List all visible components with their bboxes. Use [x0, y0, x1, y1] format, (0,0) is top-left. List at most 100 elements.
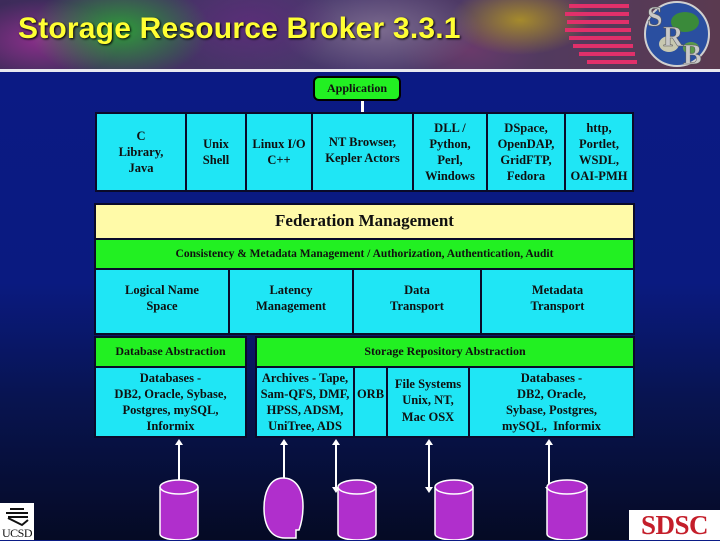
srb-logo: S R B: [565, 1, 710, 68]
box-text-line: Mac OSX: [401, 409, 455, 424]
box-text-line: Linux I/O: [252, 136, 306, 151]
box-text: Linux I/O C++: [252, 136, 305, 169]
box-text-line: Data: [404, 283, 430, 297]
box-text-line: Shell: [202, 153, 230, 167]
box-text-line: DSpace,: [504, 120, 548, 135]
box-text: Latency Management: [256, 282, 326, 315]
box-text-line: Sam-QFS, DMF,: [260, 386, 350, 401]
client-unix-shell[interactable]: Unix Shell: [185, 112, 247, 192]
client-http-portlet-wsdl[interactable]: http, Portlet, WSDL, OAI-PMH: [564, 112, 634, 192]
box-text-line: Library,: [118, 144, 164, 159]
database-abstraction-layer[interactable]: Database Abstraction: [94, 336, 247, 368]
box-text-line: Latency: [269, 283, 313, 297]
database-abstraction-drivers[interactable]: Databases - DB2, Oracle, Sybase, Postgres,…: [94, 366, 247, 438]
database-cylinder-icon: [434, 479, 474, 540]
box-text-line: Logical Name: [125, 283, 199, 297]
consistency-label: Consistency & Metadata Management / Auth…: [175, 247, 554, 260]
box-text-line: Informix: [146, 419, 195, 434]
application-connector: [361, 101, 364, 112]
sdsc-logo: SDSC: [629, 510, 720, 540]
logo-letter-s: S: [647, 2, 663, 33]
storage-repository-abstraction-layer[interactable]: Storage Repository Abstraction: [255, 336, 635, 368]
box-text-line: Java: [128, 161, 154, 176]
box-text: Data Transport: [390, 282, 444, 315]
box-text-line: Python,: [429, 136, 471, 151]
box-text-line: HPSS, ADSM,: [266, 403, 344, 417]
box-text: Metadata Transport: [531, 282, 585, 315]
box-text-line: GridFTP,: [500, 153, 552, 167]
federation-label: Federation Management: [275, 211, 454, 231]
logo-stripes-icon: [565, 4, 637, 64]
consistency-metadata-layer[interactable]: Consistency & Metadata Management / Auth…: [94, 238, 635, 270]
box-text: File Systems Unix, NT, Mac OSX: [395, 376, 461, 425]
application-box[interactable]: Application: [313, 76, 401, 101]
box-text-line: Management: [255, 299, 327, 314]
box-text: Logical Name Space: [125, 282, 199, 315]
box-text: C Library, Java: [119, 128, 164, 177]
box-text: Databases - DB2, Oracle, Sybase, Postgres,…: [502, 370, 601, 435]
box-text-line: OpenDAP,: [497, 136, 555, 151]
box-text-line: Sybase, Postgres,: [505, 403, 598, 417]
database-cylinder-icon: [546, 479, 588, 540]
box-text-line: OAI-PMH: [570, 169, 628, 184]
database-abstraction-label: Database Abstraction: [115, 344, 226, 359]
box-text-line: NT Browser,: [328, 135, 397, 149]
box-text: Databases - DB2, Oracle, Sybase, Postgres,…: [114, 370, 226, 435]
slide-title: Storage Resource Broker 3.3.1: [18, 12, 461, 45]
box-text: DLL / Python, Perl, Windows: [425, 120, 475, 185]
box-text-line: DB2, Oracle, Sybase,: [114, 386, 227, 401]
storage-abstraction-label: Storage Repository Abstraction: [364, 344, 526, 359]
box-text-line: DB2, Oracle,: [516, 386, 587, 401]
tape-reel-icon: [263, 477, 304, 539]
box-text-line: C: [136, 128, 146, 143]
box-text-line: Portlet,: [579, 136, 619, 151]
service-logical-name-space[interactable]: Logical Name Space: [94, 268, 230, 335]
box-text-line: Transport: [390, 299, 444, 314]
arrow-filesystem-link: [425, 439, 433, 493]
client-dspace-opendap[interactable]: DSpace, OpenDAP, GridFTP, Fedora: [486, 112, 566, 192]
box-text-line: Postgres, mySQL,: [122, 403, 219, 417]
box-text-line: DLL /: [434, 120, 466, 135]
box-text-line: Unix, NT,: [402, 393, 454, 408]
ucsd-emblem-icon: [6, 508, 29, 527]
box-text-line: C++: [267, 153, 291, 167]
database-cylinder-icon: [159, 479, 199, 540]
application-label: Application: [326, 80, 387, 95]
database-cylinder-icon: [337, 479, 377, 540]
storage-orb[interactable]: ORB: [353, 366, 388, 438]
storage-file-systems[interactable]: File Systems Unix, NT, Mac OSX: [386, 366, 470, 438]
service-latency-management[interactable]: Latency Management: [228, 268, 354, 335]
box-text-line: File Systems: [394, 377, 462, 391]
box-text: Archives - Tape, Sam-QFS, DMF, HPSS, ADSM,…: [261, 370, 350, 435]
box-text-line: Archives - Tape,: [261, 370, 349, 385]
box-text-line: Windows: [425, 169, 475, 184]
box-text-line: http,: [586, 120, 612, 135]
box-text-line: Transport: [530, 299, 585, 314]
federation-management-layer[interactable]: Federation Management: [94, 203, 635, 240]
box-text-line: Databases -: [139, 370, 202, 385]
service-metadata-transport[interactable]: Metadata Transport: [480, 268, 635, 335]
logo-letter-r: R: [663, 22, 684, 53]
client-dll-python-perl[interactable]: DLL / Python, Perl, Windows: [412, 112, 488, 192]
ucsd-logo: UCSD: [0, 503, 34, 540]
box-text-line: Unix: [203, 136, 229, 151]
box-text-line: ORB: [356, 387, 385, 401]
storage-databases[interactable]: Databases - DB2, Oracle, Sybase, Postgres,…: [468, 366, 635, 438]
ucsd-label: UCSD: [2, 526, 33, 540]
service-data-transport[interactable]: Data Transport: [352, 268, 482, 335]
storage-archives[interactable]: Archives - Tape, Sam-QFS, DMF, HPSS, ADSM,…: [255, 366, 355, 438]
box-text-line: Fedora: [506, 169, 546, 184]
box-text-line: WSDL,: [579, 153, 619, 167]
client-nt-browser-kepler[interactable]: NT Browser, Kepler Actors: [311, 112, 414, 192]
box-text-line: UniTree, ADS: [268, 419, 342, 434]
box-text: Unix Shell: [203, 136, 229, 169]
box-text: http, Portlet, WSDL, OAI-PMH: [571, 120, 628, 185]
box-text-line: Space: [146, 299, 178, 314]
logo-letter-b: B: [683, 40, 702, 68]
box-text-line: Kepler Actors: [325, 151, 400, 166]
box-text-line: mySQL, Informix: [502, 419, 601, 434]
client-linux-io-cpp[interactable]: Linux I/O C++: [245, 112, 313, 192]
client-c-library-java[interactable]: C Library, Java: [95, 112, 187, 192]
box-text-line: Metadata: [531, 283, 584, 297]
header-divider: [0, 69, 720, 72]
